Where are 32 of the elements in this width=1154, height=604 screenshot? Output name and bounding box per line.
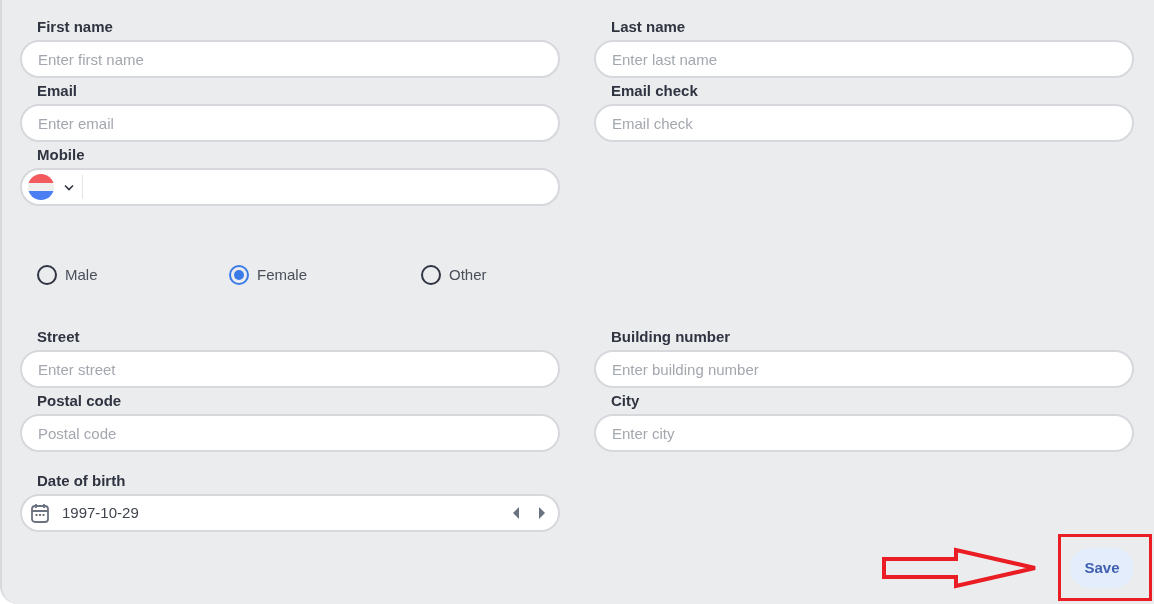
field-label: Postal code: [36, 391, 123, 411]
input-field[interactable]: Postal code: [20, 414, 560, 452]
chevron-down-icon[interactable]: [64, 183, 74, 191]
phone-field[interactable]: [20, 168, 560, 206]
radio-label: Other: [449, 264, 487, 285]
flag-icon: [28, 174, 54, 200]
input-field[interactable]: Enter first name: [20, 40, 560, 78]
field-label: Mobile: [36, 145, 86, 165]
input-field[interactable]: Email check: [594, 104, 1134, 142]
date-field[interactable]: 1997-10-29: [20, 494, 560, 532]
field-label: First name: [36, 17, 114, 37]
input-field[interactable]: Enter last name: [594, 40, 1134, 78]
radio-button[interactable]: [37, 265, 57, 285]
radio-button[interactable]: [229, 265, 249, 285]
radio-label: Female: [257, 264, 308, 285]
input-field[interactable]: Enter city: [594, 414, 1134, 452]
field-label: Street: [36, 327, 81, 347]
previous-icon[interactable]: [512, 507, 520, 519]
field-label: Building number: [610, 327, 732, 347]
next-icon[interactable]: [538, 507, 546, 519]
field-label: Last name: [610, 17, 687, 37]
radio-label: Male: [65, 264, 98, 285]
input-field[interactable]: Enter building number: [594, 350, 1134, 388]
input-field[interactable]: Enter email: [20, 104, 560, 142]
field-label: Date of birth: [36, 471, 127, 491]
input-field[interactable]: Enter street: [20, 350, 560, 388]
calendar-icon[interactable]: [31, 503, 49, 523]
field-label: Email: [36, 81, 79, 101]
save-button[interactable]: Save: [1070, 548, 1134, 588]
field-label: City: [610, 391, 641, 411]
radio-button[interactable]: [421, 265, 441, 285]
field-label: Email check: [610, 81, 699, 101]
